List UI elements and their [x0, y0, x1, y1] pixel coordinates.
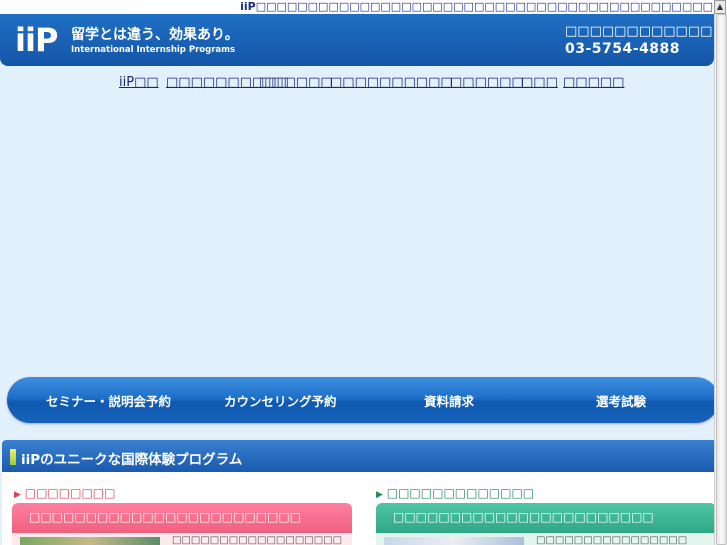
- right-program-text: □□□□□□□□□□□□□□□□: [536, 535, 688, 545]
- hero-area: [0, 96, 714, 372]
- left-program-card-title[interactable]: □□□□□□□□□□□□□□□□□□□□□□□□: [12, 503, 352, 533]
- scroll-up-arrow-icon[interactable]: ▲: [714, 0, 726, 14]
- left-program-photo[interactable]: [20, 537, 160, 545]
- right-program-photo[interactable]: [384, 537, 524, 545]
- nav-item-about[interactable]: iiP□□: [119, 74, 159, 92]
- left-program-text: □□□□□□□□□□□□□□□□□□: [172, 535, 343, 545]
- seminar-reservation-button[interactable]: セミナー・説明会予約: [46, 391, 171, 410]
- nav-item-6[interactable]: □□□□□□: [450, 74, 524, 92]
- counseling-reservation-button[interactable]: カウンセリング予約: [224, 391, 337, 410]
- left-category-label: □□□□□□□□: [24, 486, 116, 500]
- programs-section-header: iiPのユニークな国際体験プログラム: [2, 440, 714, 472]
- nav-item-5[interactable]: □□□□□□: [379, 74, 453, 92]
- vertical-scrollbar[interactable]: [714, 14, 727, 545]
- left-category-link[interactable]: ▶ □□□□□□□□: [14, 486, 115, 500]
- nav-item-8[interactable]: □□□□□: [563, 74, 624, 92]
- nav-item-3[interactable]: □□□□□□: [259, 74, 333, 92]
- right-category-label: □□□□□□□□□□□□□: [386, 486, 535, 500]
- programs-section-title: iiPのユニークな国際体験プログラム: [21, 452, 243, 468]
- logo-tagline: 留学とは違う、効果あり。: [71, 27, 239, 43]
- right-program-card: □□□□□□□□□□□□□□□□: [376, 533, 716, 545]
- top-banner-text: iiP□□□□□□□□□□□□□□□□□□□□□□□□□□□□□□□□□□□□□…: [240, 0, 713, 13]
- main-nav: iiP□□ □□□□□□□□□□ □□□□□□ □□□□ □□□□□□ □□□□…: [0, 74, 714, 92]
- logo-subtitle: International Internship Programs: [71, 45, 236, 55]
- action-bar: セミナー・説明会予約 カウンセリング予約 資料請求 選考試験: [7, 377, 719, 423]
- nav-item-7[interactable]: □□□: [521, 74, 558, 92]
- nav-item-4[interactable]: □□□□: [330, 74, 379, 92]
- left-program-card: □□□□□□□□□□□□□□□□□□: [12, 533, 352, 545]
- contact-phone: 03-5754-4888: [565, 41, 681, 57]
- top-banner: iiP□□□□□□□□□□□□□□□□□□□□□□□□□□□□□□□□□□□□□…: [0, 0, 727, 14]
- arrow-right-icon: ▶: [14, 490, 21, 500]
- section-marker-icon: [10, 449, 16, 465]
- iip-logo[interactable]: iiP: [15, 22, 58, 58]
- arrow-right-icon: ▶: [376, 490, 383, 500]
- right-category-link[interactable]: ▶ □□□□□□□□□□□□□: [376, 486, 534, 500]
- right-program-card-title[interactable]: □□□□□□□□□□□□□□□□□□□□□□□: [376, 503, 716, 533]
- site-header: iiP 留学とは違う、効果あり。 International Internshi…: [0, 14, 714, 66]
- programs-section: iiPのユニークな国際体験プログラム ▶ □□□□□□□□ ▶ □□□□□□□□…: [2, 440, 716, 545]
- selection-exam-button[interactable]: 選考試験: [596, 391, 646, 410]
- scrollbar-thumb[interactable]: [716, 14, 727, 545]
- brochure-request-button[interactable]: 資料請求: [424, 391, 474, 410]
- contact-label: □□□□□□□□□□□□: [565, 24, 713, 39]
